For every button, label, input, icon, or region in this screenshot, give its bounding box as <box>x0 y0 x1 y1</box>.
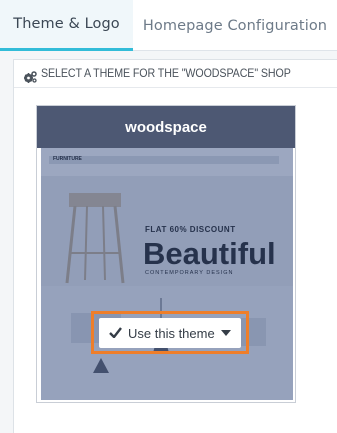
preview-logo: FURNITURE <box>53 156 82 162</box>
theme-selection-card: SELECT A THEME FOR THE "WOODSPACE" SHOP … <box>13 59 337 433</box>
preview-tagline: CONTEMPORARY DESIGN <box>145 270 234 276</box>
preview-headline: Beautiful <box>143 236 276 271</box>
theme-preview-image: FURNITURE FLAT 60% DISCOUNT Beautiful CO… <box>41 148 293 400</box>
check-icon <box>109 326 122 341</box>
card-header: SELECT A THEME FOR THE "WOODSPACE" SHOP <box>14 60 337 88</box>
tab-homepage-configuration[interactable]: Homepage Configuration <box>133 0 337 51</box>
tab-theme-logo[interactable]: Theme & Logo <box>0 0 133 51</box>
gears-icon <box>24 68 37 83</box>
section-title: SELECT A THEME FOR THE "WOODSPACE" SHOP <box>41 67 291 80</box>
theme-card-woodspace[interactable]: woodspace FURNITURE FLAT 60% DISCOUNT Be… <box>36 105 296 403</box>
tab-panel: SELECT A THEME FOR THE "WOODSPACE" SHOP … <box>0 51 337 433</box>
caret-down-icon[interactable] <box>221 330 231 336</box>
use-this-theme-button[interactable]: Use this theme <box>99 318 241 348</box>
tab-bar: Theme & Logo Homepage Configuration <box>0 0 337 51</box>
theme-name: woodspace <box>37 106 295 148</box>
use-this-theme-label: Use this theme <box>128 325 215 341</box>
preview-promo: FLAT 60% DISCOUNT <box>145 225 236 234</box>
